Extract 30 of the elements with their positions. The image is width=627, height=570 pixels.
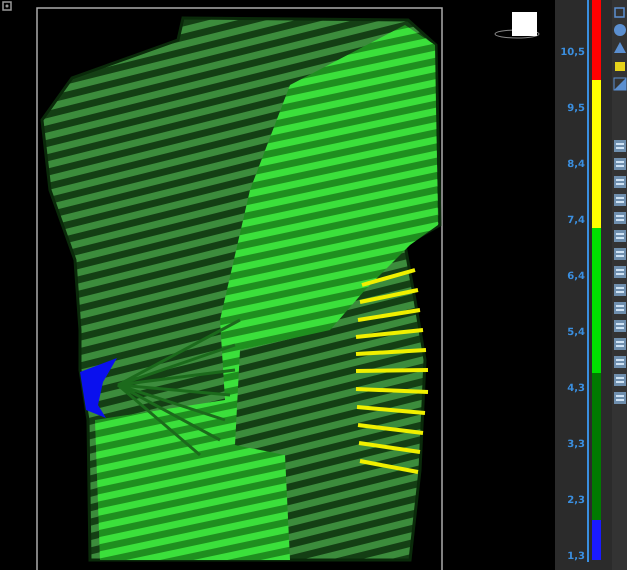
tool-icon[interactable] — [612, 229, 626, 243]
scale-tick-label: 9,5 — [566, 102, 585, 116]
tool-icon[interactable] — [612, 319, 626, 333]
tool-icon[interactable] — [612, 211, 626, 225]
tool-icon[interactable] — [612, 157, 626, 171]
scale-tick-label: 8,4 — [566, 158, 585, 172]
camera-icon[interactable] — [2, 1, 12, 11]
tool-icon[interactable] — [612, 301, 626, 315]
scale-tick-label: 10,5 — [559, 46, 585, 60]
scale-tick-label: 1,3 — [566, 550, 585, 564]
scale-tick-label: 3,3 — [566, 438, 585, 452]
tool-icon[interactable] — [612, 391, 626, 405]
tool-icon[interactable] — [612, 193, 626, 207]
sphere-icon[interactable] — [612, 23, 626, 37]
tool-icon[interactable] — [612, 139, 626, 153]
tool-icon[interactable] — [612, 373, 626, 387]
cone-icon[interactable] — [612, 41, 626, 55]
view-cube-drawing[interactable] — [494, 12, 540, 38]
tool-icon[interactable] — [612, 247, 626, 261]
tool-icon[interactable] — [612, 175, 626, 189]
scale-tick-label: 6,4 — [566, 270, 585, 284]
scale-tick-label: 5,4 — [566, 326, 585, 340]
tool-icon[interactable] — [612, 283, 626, 297]
scale-tick-label: 7,4 — [566, 214, 585, 228]
tool-icon[interactable] — [612, 337, 626, 351]
plane-icon[interactable] — [612, 77, 626, 91]
scale-tick-label: 2,3 — [566, 494, 585, 508]
tool-icon[interactable] — [612, 355, 626, 369]
tool-icon[interactable] — [612, 265, 626, 279]
scale-tick-label: 4,3 — [566, 382, 585, 396]
